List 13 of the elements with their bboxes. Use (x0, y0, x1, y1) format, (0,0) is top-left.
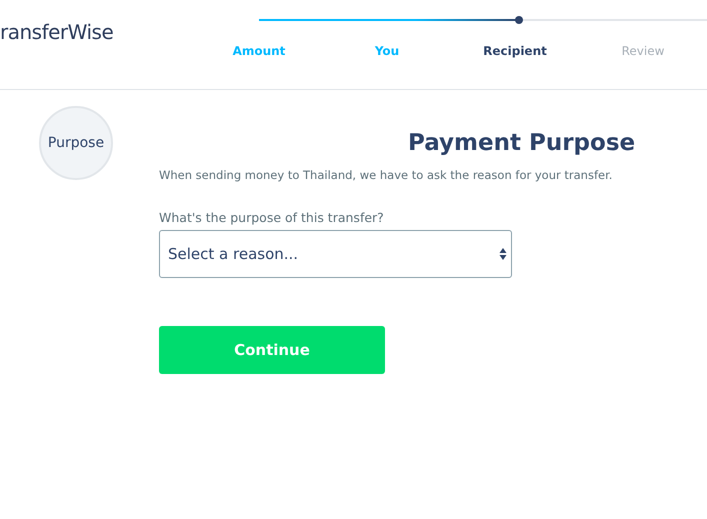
description-text: When sending money to Thailand, we have to ask the reason for your transfer. (159, 168, 614, 182)
page-title: Payment Purpose (408, 130, 636, 156)
progress-dot (514, 16, 523, 24)
continue-button[interactable]: Continue (159, 326, 385, 374)
step-label[interactable]: You (374, 44, 400, 58)
step-label[interactable]: Review (622, 44, 664, 58)
step-label[interactable]: Recipient (483, 44, 547, 58)
section-badge: Purpose (39, 106, 113, 180)
reason-select[interactable]: Select a reason... (159, 230, 512, 278)
step-label[interactable]: Amount (232, 44, 286, 58)
sort-arrows-icon (499, 247, 507, 261)
field-label: What's the purpose of this transfer? (159, 210, 385, 225)
logo-text: ransferWise (0, 20, 114, 46)
